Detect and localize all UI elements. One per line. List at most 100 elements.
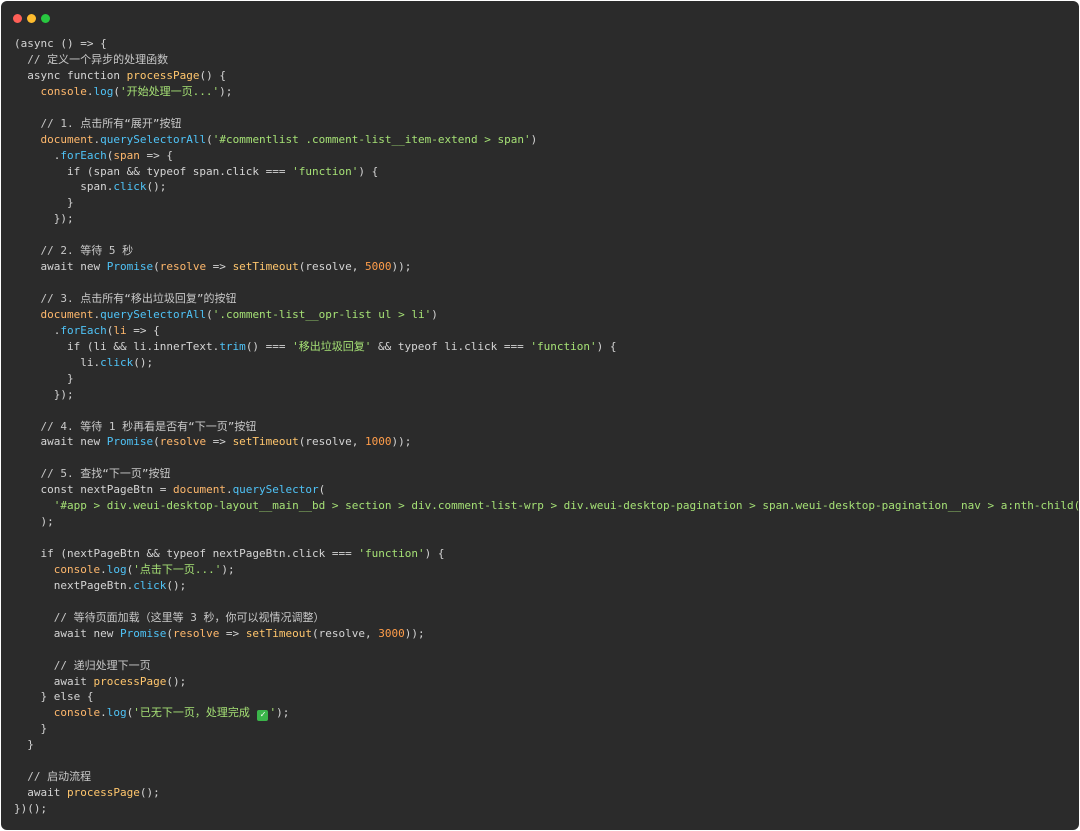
- code-line: );: [14, 514, 1079, 530]
- code-line: });: [14, 387, 1079, 403]
- code-token: '已无下一页，处理完成: [133, 706, 257, 720]
- code-line: .forEach(li => {: [14, 323, 1079, 339]
- code-token: ));: [391, 260, 412, 274]
- code-token: ) {: [358, 164, 379, 178]
- code-line: // 递归处理下一页: [14, 658, 1079, 674]
- code-comment: // 递归处理下一页: [14, 658, 151, 672]
- minimize-window-button[interactable]: [27, 14, 36, 23]
- code-line: span.click();: [14, 179, 1079, 195]
- check-mark-icon: ✓: [257, 710, 269, 722]
- code-token: 'function': [358, 547, 425, 560]
- code-token: Promise: [106, 435, 154, 449]
- code-token: .: [225, 483, 233, 497]
- code-line: // 启动流程: [14, 769, 1079, 785]
- code-token: querySelector: [232, 483, 319, 497]
- code-token: ();: [139, 786, 160, 800]
- code-line: })();: [14, 801, 1079, 817]
- code-token: '#app > div.weui-desktop-layout__main__b…: [53, 499, 1079, 513]
- code-token: =>: [206, 435, 233, 449]
- code-token: resolve: [159, 435, 207, 449]
- code-token: ();: [166, 674, 187, 688]
- code-line: async function processPage() {: [14, 68, 1079, 84]
- code-line: if (li && li.innerText.trim() === '移出垃圾回…: [14, 339, 1079, 355]
- code-line: await processPage();: [14, 785, 1079, 801]
- code-token: '开始处理一页...': [119, 84, 220, 98]
- code-token: if (nextPageBtn && typeof nextPageBtn.cl…: [14, 547, 359, 560]
- code-token: => {: [139, 148, 173, 162]
- code-token: 1000: [365, 435, 392, 449]
- code-token: =>: [206, 260, 233, 274]
- code-token: '移出垃圾回复': [292, 339, 372, 353]
- code-line: document.querySelectorAll('.comment-list…: [14, 307, 1079, 323]
- code-line: await processPage();: [14, 674, 1079, 690]
- code-token: setTimeout: [232, 435, 299, 449]
- code-token: nextPageBtn.: [14, 578, 134, 592]
- close-window-button[interactable]: [13, 14, 22, 23]
- code-token: if (span && typeof span.click ===: [14, 164, 293, 178]
- code-token: =>: [219, 626, 246, 640]
- code-token: setTimeout: [232, 260, 299, 274]
- code-line: nextPageBtn.click();: [14, 578, 1079, 594]
- maximize-window-button[interactable]: [41, 14, 50, 23]
- code-token: ();: [146, 180, 167, 194]
- code-token: 'function': [530, 339, 597, 353]
- code-comment: // 5. 查找“下一页”按钮: [14, 467, 171, 481]
- code-line: console.log('已无下一页，处理完成 ✓ ');: [14, 705, 1079, 722]
- code-token: '#commentlist .comment-list__item-extend…: [212, 132, 531, 146]
- code-line: const nextPageBtn = document.querySelect…: [14, 482, 1079, 498]
- code-line: if (span && typeof span.click === 'funct…: [14, 164, 1079, 180]
- code-token: li.: [14, 355, 101, 369]
- code-token: );: [276, 706, 290, 720]
- code-line: }: [14, 371, 1079, 387]
- code-token: const nextPageBtn =: [14, 483, 173, 497]
- code-token: console: [53, 706, 101, 720]
- code-token: (: [206, 307, 213, 321]
- code-line: // 3. 点击所有“移出垃圾回复”的按钮: [14, 291, 1079, 307]
- code-line: }: [14, 737, 1079, 753]
- code-line: .forEach(span => {: [14, 148, 1079, 164]
- code-token: document: [40, 132, 94, 146]
- code-token: trim: [219, 339, 246, 353]
- code-line: await new Promise(resolve => setTimeout(…: [14, 259, 1079, 275]
- code-token: processPage: [66, 786, 140, 800]
- code-line: // 定义一个异步的处理函数: [14, 52, 1079, 68]
- code-token: console: [40, 84, 87, 98]
- code-window: (async () => { // 定义一个异步的处理函数 async func…: [1, 1, 1079, 830]
- code-line: }: [14, 195, 1079, 211]
- code-token: ();: [133, 355, 154, 369]
- code-line: // 5. 查找“下一页”按钮: [14, 466, 1079, 482]
- code-token: document: [172, 483, 226, 497]
- code-comment: // 3. 点击所有“移出垃圾回复”的按钮: [14, 292, 237, 305]
- code-token: (resolve,: [298, 435, 366, 449]
- code-token: await new: [14, 626, 120, 640]
- code-line: console.log('点击下一页...');: [14, 562, 1079, 578]
- code-token: span.: [14, 180, 114, 194]
- code-token: .: [100, 706, 107, 720]
- code-token: 5000: [365, 260, 392, 274]
- code-line: // 1. 点击所有“展开”按钮: [14, 116, 1079, 132]
- code-line: document.querySelectorAll('#commentlist …: [14, 132, 1079, 148]
- code-token: (: [166, 626, 173, 640]
- code-token: (: [153, 260, 160, 274]
- code-line: await new Promise(resolve => setTimeout(…: [14, 626, 1079, 642]
- code-token: ): [431, 307, 438, 321]
- code-token: await new: [14, 260, 107, 274]
- code-token: span: [113, 148, 140, 162]
- code-token: }: [14, 722, 48, 736]
- code-token: => {: [126, 323, 160, 337]
- code-token: () ===: [245, 339, 293, 353]
- code-line: // 2. 等待 5 秒: [14, 243, 1079, 259]
- code-token: (: [206, 132, 213, 146]
- code-token: processPage: [93, 674, 167, 688]
